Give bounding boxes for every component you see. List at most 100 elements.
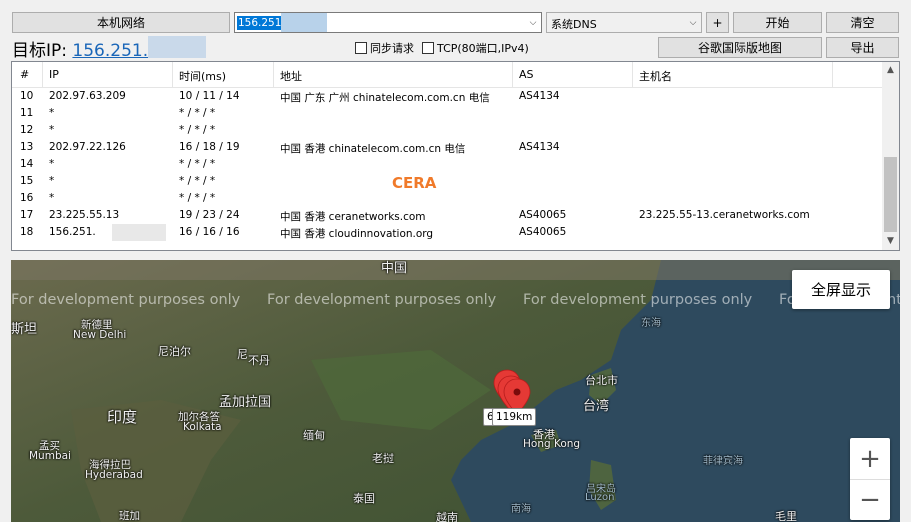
table-row[interactable]: 12 * * / * / * (12, 122, 882, 139)
cell-as: AS4134 (519, 141, 560, 153)
checkbox-box[interactable] (422, 42, 434, 54)
sync-request-checkbox[interactable]: 同步请求 (355, 40, 414, 56)
zoom-control: + − (850, 438, 890, 520)
cell-as: AS4134 (519, 90, 560, 102)
cell-ip: * (49, 107, 55, 119)
sync-request-label: 同步请求 (370, 42, 414, 55)
map-label: 中国 (381, 261, 408, 276)
table-row[interactable]: 16 * * / * / * (12, 190, 882, 207)
cell-hostname: 23.225.55-13.ceranetworks.com (639, 209, 810, 221)
cell-time: 16 / 16 / 16 (179, 226, 240, 238)
fullscreen-button[interactable]: 全屏显示 (792, 270, 890, 309)
map-label: 班加 (119, 510, 140, 522)
cell-address: 中国 香港 chinatelecom.com.cn 电信 (280, 143, 466, 155)
map-label: 老挝 (372, 452, 394, 465)
column-header-ip[interactable]: IP (49, 68, 59, 81)
cell-address: 中国 香港 cloudinnovation.org (280, 228, 434, 240)
scroll-down-icon[interactable]: ▼ (882, 233, 899, 250)
cell-ip: 23.225.55.13 (49, 209, 120, 221)
cera-overlay-label: CERA (392, 174, 437, 192)
map-label: 不丹 (248, 354, 270, 367)
checkbox-box[interactable] (355, 42, 367, 54)
tcp-checkbox[interactable]: TCP(80端口,IPv4) (422, 40, 529, 56)
cell-address: 中国 广东 广州 chinatelecom.com.cn 电信 (280, 92, 490, 104)
table-row[interactable]: 14 * * / * / * (12, 156, 882, 173)
map-label: 台湾 (583, 399, 610, 414)
map-label: 越南 (436, 511, 458, 522)
map-label: Hong Kong (523, 438, 581, 450)
table-row[interactable]: 15 * * / * / * (12, 173, 882, 190)
map-label: 斯坦 (11, 322, 38, 337)
start-button[interactable]: 开始 (733, 12, 822, 33)
cell-ip: 156.251. (49, 226, 96, 238)
cell-time: * / * / * (179, 107, 216, 119)
dns-select-value: 系统DNS (551, 18, 597, 31)
cell-ip: 202.97.22.126 (49, 141, 126, 153)
map-label: New Delhi (73, 329, 127, 341)
vertical-scrollbar[interactable]: ▲ ▼ (882, 62, 899, 250)
export-button[interactable]: 导出 (826, 37, 899, 58)
tcp-label: TCP(80端口,IPv4) (437, 42, 529, 55)
target-ip-label: 目标IP: (12, 41, 67, 61)
cell-ip: * (49, 192, 55, 204)
cell-time: 19 / 23 / 24 (179, 209, 240, 221)
dns-select[interactable]: 系统DNS ⌵ (546, 12, 702, 33)
table-row[interactable]: 13 202.97.22.126 16 / 18 / 19 中国 香港 chin… (12, 139, 882, 156)
table-row[interactable]: 17 23.225.55.13 19 / 23 / 24 中国 香港 ceran… (12, 207, 882, 224)
map-label: 孟加拉国 (219, 395, 272, 410)
cell-hop: 15 (20, 175, 34, 187)
map-label: 东海 (641, 318, 661, 329)
google-map-button[interactable]: 谷歌国际版地图 (658, 37, 822, 58)
cell-ip: * (49, 124, 55, 136)
map-label: 泰国 (353, 492, 375, 505)
table-header: # IP 时间(ms) 地址 AS 主机名 (12, 62, 882, 88)
target-ip-value[interactable]: 156.251. (72, 41, 148, 61)
cell-time: 16 / 18 / 19 (179, 141, 240, 153)
map-label: 台北市 (585, 374, 618, 387)
route-map[interactable]: For development purposes only For develo… (11, 260, 900, 522)
cell-hop: 12 (20, 124, 34, 136)
local-network-button[interactable]: 本机网络 (12, 12, 230, 33)
chevron-down-icon[interactable]: ⌵ (527, 16, 539, 30)
cell-hop: 10 (20, 90, 34, 102)
scrollbar-thumb[interactable] (884, 157, 897, 232)
map-label: Mumbai (29, 450, 71, 462)
map-label: Kolkata (183, 421, 222, 433)
cell-time: * / * / * (179, 124, 216, 136)
cell-hop: 16 (20, 192, 34, 204)
zoom-out-button[interactable]: − (850, 480, 890, 520)
trace-results-table[interactable]: # IP 时间(ms) 地址 AS 主机名 10 202.97.63.209 1… (11, 61, 900, 251)
column-header-hostname[interactable]: 主机名 (639, 68, 672, 84)
scroll-up-icon[interactable]: ▲ (882, 62, 899, 79)
map-label: 尼 (237, 348, 248, 361)
cell-ip: * (49, 175, 55, 187)
clear-button[interactable]: 清空 (826, 12, 899, 33)
cell-as: AS40065 (519, 209, 567, 221)
map-label: 印度 (107, 408, 138, 426)
target-input[interactable]: 156.251. ⌵ (234, 12, 542, 33)
redacted-block (112, 224, 166, 241)
redacted-block (148, 36, 206, 58)
cell-hop: 14 (20, 158, 34, 170)
cell-hop: 18 (20, 226, 34, 238)
column-header-as[interactable]: AS (519, 68, 534, 81)
column-header-address[interactable]: 地址 (280, 68, 302, 84)
map-label: 尼泊尔 (158, 345, 191, 358)
add-button[interactable]: + (706, 12, 729, 33)
column-header-time[interactable]: 时间(ms) (179, 68, 226, 84)
cell-time: * / * / * (179, 192, 216, 204)
cell-time: * / * / * (179, 158, 216, 170)
cell-address: 中国 香港 ceranetworks.com (280, 211, 426, 223)
column-header-hop[interactable]: # (20, 68, 29, 81)
distance-label: 119km (492, 408, 537, 426)
table-row[interactable]: 18 156.251. 16 / 16 / 16 中国 香港 cloudinno… (12, 224, 882, 241)
watermark-text: For development purposes only (11, 292, 241, 308)
table-row[interactable]: 10 202.97.63.209 10 / 11 / 14 中国 广东 广州 c… (12, 88, 882, 105)
watermark-text: For development purposes only (523, 292, 753, 308)
table-row[interactable]: 11 * * / * / * (12, 105, 882, 122)
target-ip-title: 目标IP: 156.251. (12, 36, 148, 61)
zoom-in-button[interactable]: + (850, 438, 890, 479)
cell-ip: 202.97.63.209 (49, 90, 126, 102)
map-label: 缅甸 (303, 429, 325, 442)
cell-time: 10 / 11 / 14 (179, 90, 240, 102)
